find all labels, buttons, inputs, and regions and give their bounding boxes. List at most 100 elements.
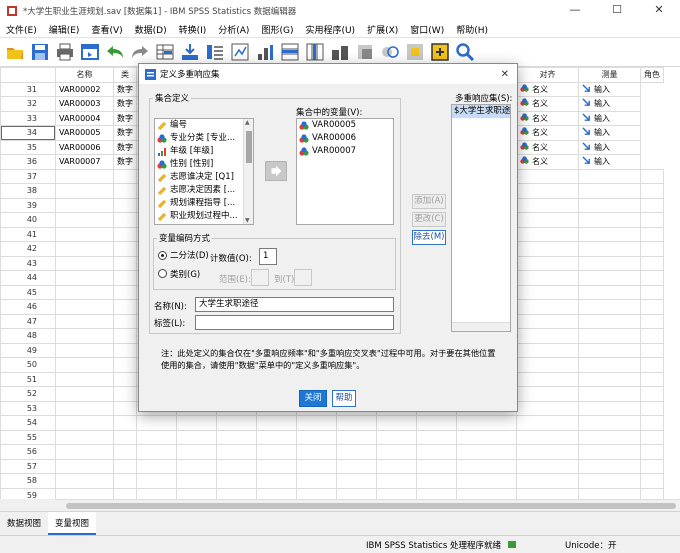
grid-cell[interactable] [640, 212, 664, 228]
grid-cell[interactable] [640, 386, 664, 402]
grid-cell[interactable] [55, 342, 114, 358]
grid-cell[interactable] [640, 299, 664, 315]
menu-item[interactable]: 帮助(H) [450, 23, 494, 36]
grid-cell[interactable] [416, 444, 457, 460]
grid-cell[interactable] [336, 473, 377, 489]
grid-cell[interactable] [578, 212, 641, 228]
grid-cell[interactable] [256, 473, 297, 489]
grid-cell[interactable] [55, 241, 114, 257]
row-number[interactable]: 45 [0, 284, 56, 300]
grid-cell[interactable] [516, 255, 579, 271]
change-button[interactable]: 更改(C) [412, 212, 446, 227]
counted-value-input[interactable]: 1 [259, 248, 277, 265]
grid-cell[interactable] [55, 458, 114, 474]
source-variable-item[interactable]: 志愿决定因素 [... [155, 184, 253, 197]
row-number[interactable]: 42 [0, 241, 56, 257]
grid-cell[interactable] [516, 241, 579, 257]
set-variable-item[interactable]: VAR00007 [297, 145, 393, 158]
grid-cell[interactable] [113, 226, 137, 242]
measure-cell[interactable]: 名义 [516, 154, 579, 170]
grid-cell[interactable] [113, 473, 137, 489]
grid-cell[interactable] [578, 328, 641, 344]
grid-cell[interactable] [578, 313, 641, 329]
grid-cell[interactable] [216, 487, 257, 499]
grid-cell[interactable] [176, 429, 217, 445]
grid-cell[interactable] [516, 183, 579, 199]
set-name-input[interactable]: 大学生求职途径 [195, 297, 394, 312]
grid-cell[interactable] [516, 299, 579, 315]
grid-cell[interactable] [578, 386, 641, 402]
row-number[interactable]: 48 [0, 328, 56, 344]
row-number[interactable]: 51 [0, 371, 56, 387]
grid-cell[interactable] [456, 429, 517, 445]
menu-item[interactable]: 文件(E) [0, 23, 43, 36]
grid-cell[interactable] [113, 444, 137, 460]
mr-set-item[interactable]: $大学生求职途 [452, 105, 510, 118]
grid-cell[interactable] [336, 487, 377, 499]
grid-cell[interactable] [55, 183, 114, 199]
row-number[interactable]: 56 [0, 444, 56, 460]
menu-item[interactable]: 图形(G) [255, 23, 299, 36]
column-header[interactable]: 角色 [640, 67, 664, 83]
role-cell[interactable]: 输入 [578, 110, 641, 126]
tab-variable-view[interactable]: 变量视图 [48, 512, 97, 535]
grid-cell[interactable] [55, 284, 114, 300]
grid-cell[interactable] [176, 444, 217, 460]
grid-cell[interactable] [113, 270, 137, 286]
show-all-variables-icon[interactable] [429, 41, 451, 63]
row-number[interactable]: 53 [0, 400, 56, 416]
grid-cell[interactable] [516, 429, 579, 445]
role-cell[interactable]: 输入 [578, 125, 641, 141]
grid-cell[interactable] [516, 197, 579, 213]
grid-cell[interactable] [578, 357, 641, 373]
grid-cell[interactable] [55, 386, 114, 402]
grid-cell[interactable] [55, 255, 114, 271]
measure-cell[interactable]: 名义 [516, 110, 579, 126]
grid-cell[interactable] [296, 429, 337, 445]
measure-cell[interactable]: 名义 [516, 139, 579, 155]
grid-cell[interactable] [113, 371, 137, 387]
row-number[interactable]: 38 [0, 183, 56, 199]
grid-cell[interactable] [336, 415, 377, 431]
run-descriptives-icon[interactable] [229, 41, 251, 63]
row-number[interactable]: 43 [0, 255, 56, 271]
grid-cell[interactable] [516, 357, 579, 373]
grid-cell[interactable] [216, 444, 257, 460]
grid-cell[interactable] [516, 415, 579, 431]
scroll-thumb[interactable] [66, 503, 676, 509]
grid-cell[interactable] [578, 400, 641, 416]
dialog-recall-icon[interactable] [79, 41, 101, 63]
help-button[interactable]: 帮助 [332, 390, 356, 407]
grid-cell[interactable] [516, 400, 579, 416]
grid-cell[interactable] [578, 473, 641, 489]
role-cell[interactable]: 输入 [578, 96, 641, 112]
grid-cell[interactable] [55, 429, 114, 445]
grid-cell[interactable] [216, 429, 257, 445]
grid-cell[interactable] [456, 473, 517, 489]
open-icon[interactable] [4, 41, 26, 63]
grid-cell[interactable] [456, 415, 517, 431]
menu-item[interactable]: 实用程序(U) [299, 23, 361, 36]
grid-cell[interactable] [640, 226, 664, 242]
grid-cell[interactable] [113, 328, 137, 344]
grid-cell[interactable] [578, 371, 641, 387]
grid-cell[interactable] [640, 255, 664, 271]
split-file-icon[interactable] [304, 41, 326, 63]
row-number[interactable]: 49 [0, 342, 56, 358]
grid-cell[interactable] [256, 444, 297, 460]
column-header[interactable]: 对齐 [516, 67, 579, 83]
grid-cell[interactable] [640, 313, 664, 329]
menu-item[interactable]: 数据(D) [129, 23, 173, 36]
table-row[interactable]: 56 [0, 444, 664, 460]
menu-item[interactable]: 扩展(X) [361, 23, 404, 36]
grid-cell[interactable] [113, 212, 137, 228]
grid-cell[interactable] [578, 270, 641, 286]
grid-cell[interactable] [516, 487, 579, 499]
row-number[interactable]: 50 [0, 357, 56, 373]
grid-cell[interactable] [55, 415, 114, 431]
grid-cell[interactable] [296, 473, 337, 489]
grid-cell[interactable] [456, 444, 517, 460]
grid-cell[interactable] [136, 473, 177, 489]
grid-cell[interactable] [640, 458, 664, 474]
menu-item[interactable]: 查看(V) [85, 23, 128, 36]
